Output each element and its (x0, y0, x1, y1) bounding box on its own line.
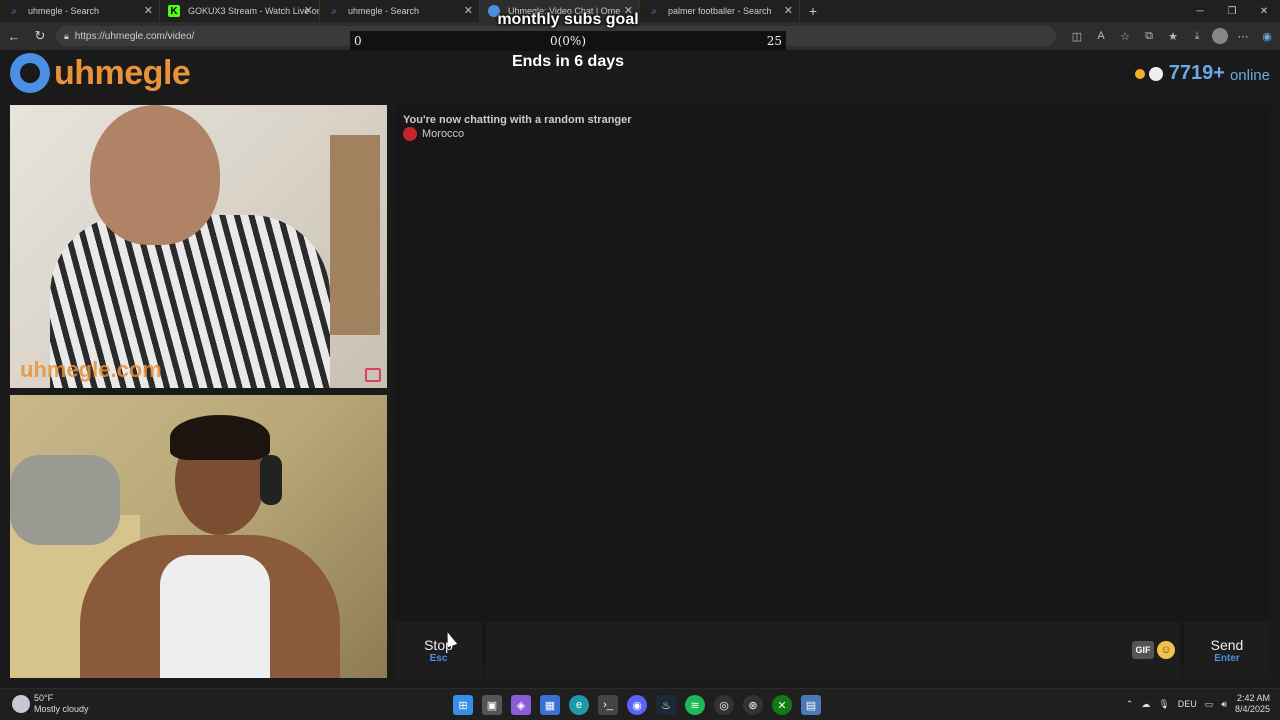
favorites-icon[interactable]: ★ (1164, 27, 1182, 45)
subs-goal-bar: 0 0(0%) 25 (350, 31, 786, 51)
copilot-icon[interactable]: ◉ (1258, 27, 1276, 45)
weather-widget[interactable]: 50°F Mostly cloudy (12, 693, 89, 715)
ghub-icon[interactable]: ⊛ (743, 695, 763, 715)
new-tab-button[interactable]: + (800, 0, 826, 22)
self-tank-top (160, 555, 270, 678)
online-count: 7719+ (1168, 62, 1225, 84)
close-tab-icon[interactable]: ✕ (784, 4, 793, 17)
volume-icon[interactable]: 🔊︎ (1221, 699, 1227, 710)
clock-date: 8/4/2025 (1234, 704, 1270, 714)
tab-title: uhmegle - Search (348, 6, 420, 16)
favorite-icon[interactable]: ☆ (1116, 27, 1134, 45)
headset-icon (260, 455, 282, 505)
windows-taskbar: 50°F Mostly cloudy ⊞ ▣ ◈ ▦ e ›_ ◉ ♨ ≋ ◎ … (0, 688, 1280, 720)
obs-icon[interactable]: ◎ (714, 695, 734, 715)
microphone-icon[interactable]: 🎙︎ (1158, 699, 1169, 710)
restore-icon[interactable]: ❐ (1216, 0, 1248, 22)
minimize-icon[interactable]: ─ (1184, 0, 1216, 22)
logo-text: uhmegle (54, 53, 191, 92)
camera-icon[interactable]: ◫ (1068, 27, 1086, 45)
online-label: online (1229, 66, 1270, 84)
tray-chevron-icon[interactable]: ⌃ (1126, 699, 1134, 710)
search-icon: ⌕ (11, 5, 17, 17)
steam-icon[interactable]: ♨ (656, 695, 676, 715)
send-label: Send (1210, 637, 1244, 653)
weather-temperature: 50°F (34, 693, 54, 703)
extensions-icon[interactable]: ⧉ (1140, 27, 1158, 45)
country-name: Morocco (422, 128, 465, 140)
taskbar-clock[interactable]: 2:42 AM 8/4/2025 (1235, 693, 1270, 715)
store-icon[interactable]: ▦ (540, 695, 560, 715)
network-icon[interactable]: ☁ (1141, 699, 1150, 710)
refresh-icon[interactable]: ↻ (28, 24, 52, 48)
browser-tab[interactable]: ⌕ uhmegle - Search ✕ (0, 0, 160, 22)
stranger-head (90, 105, 220, 245)
discord-icon[interactable]: ◉ (627, 695, 647, 715)
edge-icon[interactable]: e (569, 695, 589, 715)
theme-dot-icon[interactable] (1134, 68, 1145, 79)
xbox-icon[interactable]: ✕ (772, 695, 792, 715)
goal-progress: 0(0%) (549, 34, 587, 48)
self-hair (170, 415, 270, 460)
taskbar-apps: ⊞ ▣ ◈ ▦ e ›_ ◉ ♨ ≋ ◎ ⊛ ✕ ▤ (453, 695, 821, 715)
profile-icon[interactable] (1212, 28, 1228, 44)
clock-time: 2:42 AM (1236, 693, 1270, 703)
photos-icon[interactable]: ▤ (801, 695, 821, 715)
logo-mark-icon (10, 53, 50, 93)
emoji-icon[interactable]: ☺ (1157, 641, 1175, 659)
tab-title: uhmegle - Search (28, 6, 100, 16)
country-flag-icon (403, 127, 417, 141)
uhmegle-page: uhmegle 7719+ online uhmegle.com You're … (0, 50, 1280, 720)
self-video (10, 395, 387, 678)
stop-shortcut: Esc (429, 653, 448, 664)
windows-start-icon[interactable]: ⊞ (453, 695, 473, 715)
weather-text: 50°F Mostly cloudy (34, 693, 89, 715)
search-icon: ⌕ (331, 5, 337, 17)
task-view-icon[interactable]: ▣ (482, 695, 502, 715)
more-icon[interactable]: ⋯ (1234, 27, 1252, 45)
download-icon[interactable]: ⤓ (1188, 27, 1206, 45)
goal-end: 25 (766, 34, 782, 48)
cloud-icon (12, 695, 30, 713)
language-indicator[interactable]: DEU (1178, 699, 1197, 709)
video-watermark: uhmegle.com (20, 357, 162, 382)
browser-toolbar-icons: ◫ A ☆ ⧉ ★ ⤓ ⋯ ◉ (1068, 24, 1276, 48)
spotify-icon[interactable]: ≋ (685, 695, 705, 715)
gif-button[interactable]: GIF (1132, 641, 1154, 659)
copilot-app-icon[interactable]: ◈ (511, 695, 531, 715)
chat-status-message: You're now chatting with a random strang… (403, 114, 632, 126)
stranger-country: Morocco (403, 127, 464, 141)
close-tab-icon[interactable]: ✕ (304, 4, 313, 17)
site-logo[interactable]: uhmegle (10, 52, 191, 94)
browser-tab[interactable]: K GOKUX3 Stream - Watch Live on ✕ (160, 0, 320, 22)
system-tray: ⌃ ☁ 🎙︎ DEU ▭ 🔊︎ 2:42 AM 8/4/2025 (1126, 693, 1270, 715)
send-button[interactable]: Send Enter (1184, 622, 1270, 679)
close-window-icon[interactable]: ✕ (1248, 0, 1280, 22)
stop-button[interactable]: Stop Esc (395, 622, 482, 679)
goal-ends-in: Ends in 6 days (511, 53, 625, 70)
display-icon[interactable]: ▭ (1205, 699, 1214, 710)
weather-condition: Mostly cloudy (34, 704, 89, 714)
read-aloud-icon[interactable]: A (1092, 27, 1110, 45)
url-text: https://uhmegle.com/video/ (74, 30, 195, 42)
message-input[interactable] (486, 622, 1180, 679)
lock-icon[interactable]: 🔒︎ (64, 31, 69, 42)
send-shortcut: Enter (1214, 653, 1240, 664)
window-controls: ─ ❐ ✕ (1184, 0, 1280, 22)
background-towel (10, 455, 120, 545)
back-icon[interactable]: ← (2, 24, 26, 48)
theme-toggle-icon[interactable] (1148, 66, 1163, 81)
terminal-icon[interactable]: ›_ (598, 695, 618, 715)
kick-icon: K (168, 5, 180, 17)
subs-goal-title: monthly subs goal (497, 11, 639, 28)
stranger-video: uhmegle.com (10, 105, 387, 388)
background-door (330, 135, 380, 335)
tab-title: GOKUX3 Stream - Watch Live on (188, 6, 320, 16)
report-flag-icon[interactable] (365, 368, 381, 382)
close-tab-icon[interactable]: ✕ (144, 4, 153, 17)
chat-log: You're now chatting with a random strang… (395, 105, 1270, 665)
online-indicator: 7719+ online (1134, 62, 1270, 85)
